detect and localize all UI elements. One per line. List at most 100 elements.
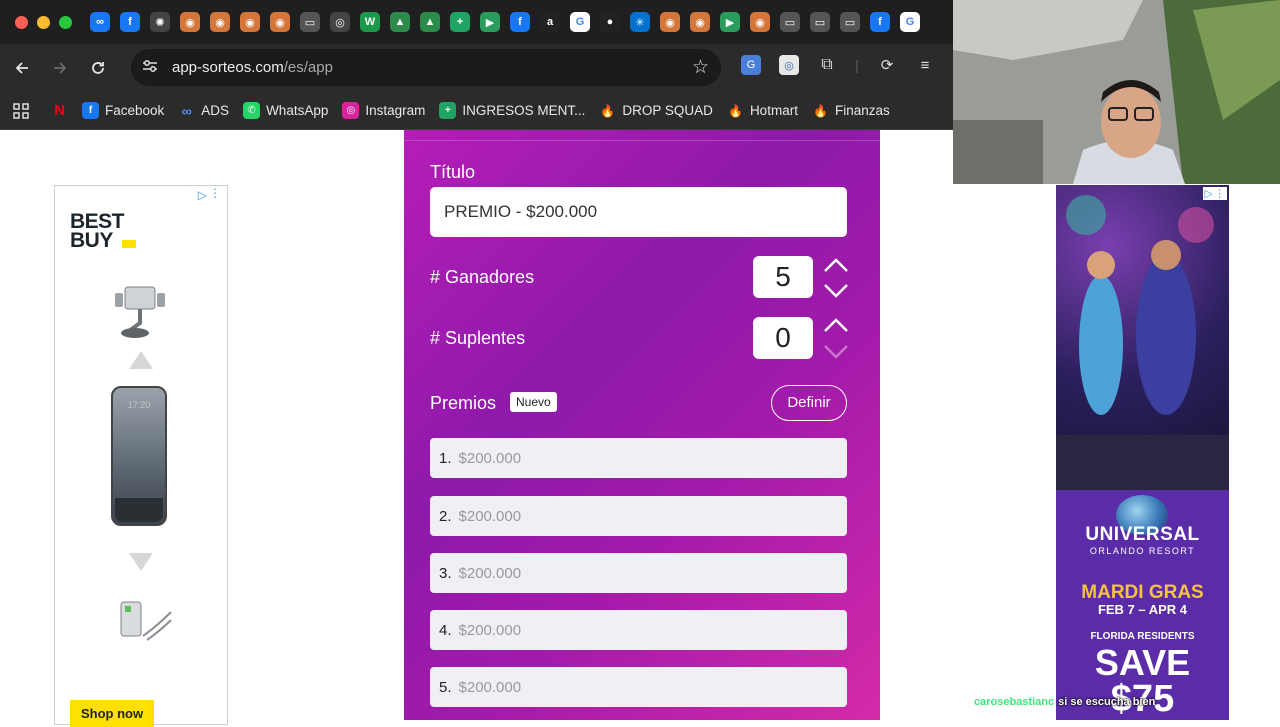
chat-icon[interactable]: ▭ <box>810 12 830 32</box>
bookmark-label: WhatsApp <box>266 103 329 118</box>
media-controls-icon[interactable]: ≡ <box>915 55 935 75</box>
ad-menu-icon[interactable]: ⋮ <box>1212 187 1227 200</box>
tab-icon[interactable]: ◉ <box>690 12 710 32</box>
bookmark-drop-squad[interactable]: 🔥 DROP SQUAD <box>599 102 713 119</box>
tab-icon[interactable]: ◉ <box>660 12 680 32</box>
definir-button[interactable]: Definir <box>771 385 847 421</box>
bestbuy-logo-line2: BUY <box>70 229 113 252</box>
universal-brand: UNIVERSAL <box>1085 524 1200 545</box>
puzzle-extensions-icon[interactable]: ⧉ <box>817 55 837 75</box>
bookmark-ads[interactable]: ∞ ADS <box>178 102 229 119</box>
minimize-window-button[interactable] <box>37 15 50 29</box>
prize-row[interactable]: 1. $200.000 <box>430 438 847 478</box>
prize-row[interactable]: 4. $200.000 <box>430 610 847 650</box>
meet-icon[interactable]: ▶ <box>480 12 500 32</box>
prize-value: $200.000 <box>458 449 522 467</box>
meet-icon[interactable]: ▶ <box>720 12 740 32</box>
bookmark-hotmart[interactable]: 🔥 Hotmart <box>726 102 798 119</box>
nuevo-badge: Nuevo <box>510 392 557 412</box>
window-controls <box>15 15 72 29</box>
prize-number: 3. <box>439 564 452 582</box>
bookmark-instagram[interactable]: ◎ Instagram <box>342 102 425 119</box>
meta-icon: ∞ <box>178 102 196 119</box>
translate-extension-icon[interactable]: G <box>741 55 761 75</box>
tab-icon[interactable]: ◉ <box>270 12 290 32</box>
circle-icon[interactable]: ● <box>600 12 620 32</box>
walmart-icon[interactable]: ✳ <box>630 12 650 32</box>
shop-now-button[interactable]: Shop now <box>70 700 155 727</box>
bookmark-whatsapp[interactable]: ✆ WhatsApp <box>243 102 328 119</box>
ganadores-increment-icon[interactable] <box>823 257 849 273</box>
facebook-icon[interactable]: f <box>120 12 140 32</box>
prize-number: 5. <box>439 678 452 696</box>
bookmark-netflix[interactable]: N <box>51 102 68 119</box>
chat-text: si se escucha bien <box>1058 696 1156 708</box>
ganadores-input[interactable]: 5 <box>753 256 813 298</box>
apps-grid-icon[interactable] <box>13 102 29 119</box>
prize-row[interactable]: 5. $200.000 <box>430 667 847 707</box>
suplentes-input[interactable]: 0 <box>753 317 813 359</box>
charger-product-image[interactable] <box>117 596 173 644</box>
carousel-down-arrow-icon[interactable] <box>129 553 153 571</box>
drive-icon[interactable]: ▲ <box>420 12 440 32</box>
suplentes-increment-icon[interactable] <box>823 317 849 333</box>
facebook-icon[interactable]: f <box>870 12 890 32</box>
openai-icon[interactable]: ✺ <box>150 12 170 32</box>
universal-sub: ORLANDO RESORT <box>1089 546 1196 556</box>
bookmark-star-icon[interactable]: ☆ <box>692 56 709 79</box>
facebook-icon[interactable]: f <box>510 12 530 32</box>
bookmark-finanzas[interactable]: 🔥 Finanzas <box>811 102 890 119</box>
sheets-icon[interactable]: + <box>450 12 470 32</box>
address-bar[interactable]: app-sorteos.com/es/app ☆ <box>131 49 721 86</box>
bookmark-ingresos-ment[interactable]: + INGRESOS MENT... <box>439 102 585 119</box>
site-settings-icon[interactable] <box>142 59 160 76</box>
prize-number: 4. <box>439 621 452 639</box>
amazon-icon[interactable]: a <box>540 12 560 32</box>
drive-icon[interactable]: ▲ <box>390 12 410 32</box>
universal-ad[interactable]: ▷ ⋮ UNIVERSAL ORLANDO RESORT MARDI GRAS … <box>1056 185 1229 720</box>
back-button[interactable] <box>6 52 38 84</box>
chat-icon[interactable]: ▭ <box>840 12 860 32</box>
prize-value: $200.000 <box>458 507 522 525</box>
url-text: app-sorteos.com/es/app <box>172 59 333 76</box>
reload-button[interactable] <box>82 52 114 84</box>
ad-menu-icon[interactable]: ⋮ <box>209 186 221 200</box>
bestbuy-ad[interactable]: ▷ ⋮ BEST BUY 17:20 Shop now <box>54 185 228 727</box>
facebook-icon: f <box>82 102 99 119</box>
tab-icon[interactable]: ◉ <box>750 12 770 32</box>
bestbuy-tag-icon <box>122 240 136 248</box>
close-window-button[interactable] <box>15 15 28 29</box>
w-icon[interactable]: W <box>360 12 380 32</box>
tab-icon[interactable]: ◉ <box>240 12 260 32</box>
titulo-input[interactable]: PREMIO - $200.000 <box>430 187 847 237</box>
bookmark-facebook[interactable]: f Facebook <box>82 102 164 119</box>
google-icon[interactable]: G <box>900 12 920 32</box>
carousel-up-arrow-icon[interactable] <box>129 351 153 369</box>
zoom-window-button[interactable] <box>59 15 72 29</box>
phone-clock: 17:20 <box>127 400 151 410</box>
browser-toolbar: app-sorteos.com/es/app ☆ G ◎ ⧉ | ⟳ ≡ <box>0 44 953 92</box>
tab-icon[interactable]: ◉ <box>180 12 200 32</box>
prize-row[interactable]: 3. $200.000 <box>430 553 847 593</box>
performance-icon[interactable]: ⟳ <box>877 55 897 75</box>
url-host: app-sorteos.com <box>172 59 284 76</box>
chat-icon[interactable]: ▭ <box>780 12 800 32</box>
meta-icon[interactable]: ∞ <box>90 12 110 32</box>
bookmark-label: DROP SQUAD <box>622 103 713 118</box>
forward-button[interactable] <box>44 52 76 84</box>
bookmark-label: ADS <box>201 103 230 118</box>
ganadores-decrement-icon[interactable] <box>823 283 849 299</box>
adchoices-icon[interactable]: ▷ <box>198 188 207 202</box>
prize-row[interactable]: 2. $200.000 <box>430 496 847 536</box>
raffle-settings-panel: Título PREMIO - $200.000 # Ganadores 5 #… <box>404 130 880 720</box>
prize-number: 1. <box>439 449 452 467</box>
suplentes-decrement-icon[interactable] <box>823 344 849 360</box>
bookmark-label: Hotmart <box>749 103 798 118</box>
phone-product-image[interactable]: 17:20 <box>111 386 167 526</box>
chrome-icon[interactable]: ◎ <box>330 12 350 32</box>
phone-mount-product-image[interactable] <box>111 281 171 341</box>
chat-icon[interactable]: ▭ <box>300 12 320 32</box>
google-icon[interactable]: G <box>570 12 590 32</box>
tab-icon[interactable]: ◉ <box>210 12 230 32</box>
extension-icon[interactable]: ◎ <box>779 55 799 75</box>
